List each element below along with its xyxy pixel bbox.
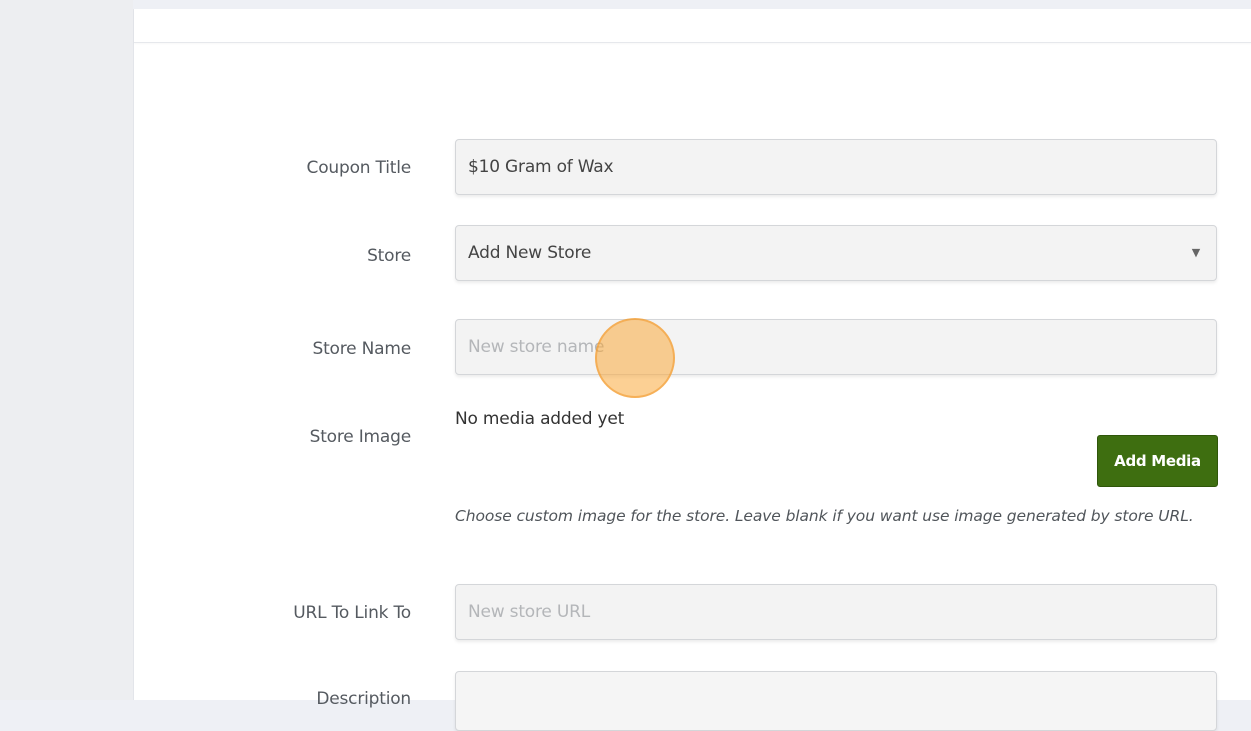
coupon-title-input[interactable]: $10 Gram of Wax	[455, 139, 1217, 195]
store-label: Store	[367, 246, 411, 266]
store-image-label: Store Image	[309, 427, 412, 447]
description-label: Description	[316, 689, 411, 709]
panel-header	[134, 9, 1251, 43]
store-select[interactable]: Add New Store ▼	[455, 225, 1217, 281]
admin-sidebar	[0, 0, 133, 700]
add-media-button[interactable]: Add Media	[1097, 435, 1218, 487]
url-input[interactable]: New store URL	[455, 584, 1217, 640]
coupon-title-label: Coupon Title	[306, 158, 412, 178]
store-name-label: Store Name	[312, 339, 412, 359]
description-textarea[interactable]	[455, 671, 1217, 731]
store-image-help-text: Choose custom image for the store. Leave…	[455, 507, 1194, 525]
url-label: URL To Link To	[293, 603, 411, 623]
click-highlight-indicator	[595, 318, 675, 398]
top-bar	[133, 0, 1251, 9]
chevron-down-icon: ▼	[1191, 246, 1200, 259]
store-name-input[interactable]: New store name	[455, 319, 1217, 375]
store-select-value: Add New Store	[468, 243, 592, 263]
media-status-text: No media added yet	[455, 409, 625, 429]
